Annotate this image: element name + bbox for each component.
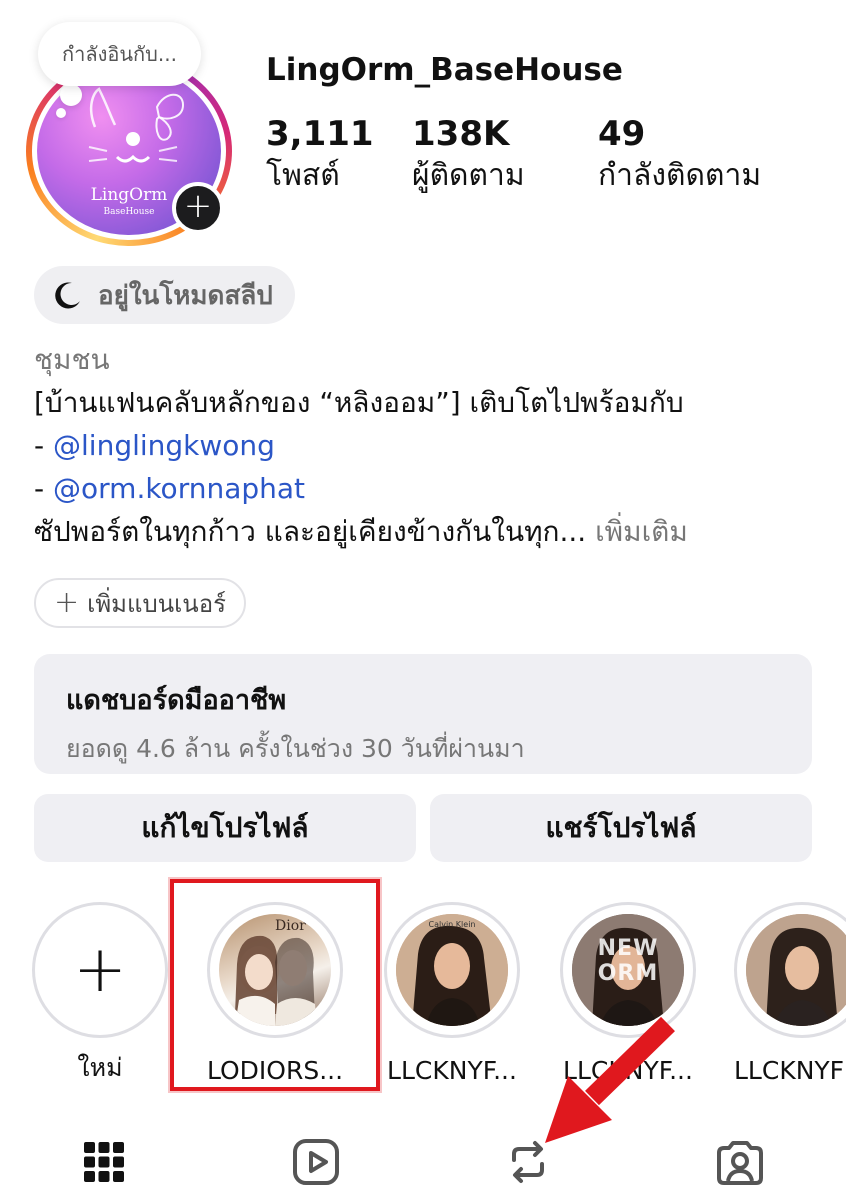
add-banner-label: เพิ่มแบนเนอร์ [87,589,227,618]
highlight-item[interactable]: NEW ORM LLCKNYF... [558,902,698,1085]
mention-link-orm[interactable]: @orm.kornnaphat [53,472,305,505]
edit-profile-button[interactable]: แก้ไขโปรไฟล์ [34,794,416,862]
highlight-cover: Calvin Klein [396,914,508,1026]
reposts-icon [512,1141,544,1183]
bio-more-link[interactable]: เพิ่มเติม [595,515,688,548]
bio-category: ชุมชน [34,343,110,376]
highlight-cover-text: NEW ORM [597,936,659,986]
tab-tagged[interactable] [712,1134,768,1190]
highlight-item[interactable]: Calvin Klein LLCKNYF... [382,902,522,1085]
stat-followers-label: ผู้ติดตาม [412,158,525,193]
stat-following-value: 49 [598,114,646,154]
bio-dash: - [34,472,54,505]
highlight-cover-text: Calvin Klein [428,920,476,929]
stat-posts[interactable]: 3,111 โพสต์ [266,112,374,196]
tagged-icon [717,1141,763,1185]
stat-followers-value: 138K [412,114,510,154]
add-story-button[interactable]: + [172,182,224,234]
new-highlight-circle[interactable]: + [32,902,168,1038]
stat-posts-value: 3,111 [266,114,374,154]
highlight-new[interactable]: + ใหม่ [30,902,170,1088]
grid-icon [84,1142,124,1182]
stat-followers[interactable]: 138K ผู้ติดตาม [412,112,525,196]
plus-icon: + [54,585,80,620]
stat-following-label: กำลังติดตาม [598,158,762,193]
highlight-label: LLCKNYF... [387,1056,517,1085]
stat-following[interactable]: 49 กำลังติดตาม [598,112,761,196]
tab-reposts[interactable] [500,1134,556,1190]
dashboard-subtitle: ยอดดู 4.6 ล้าน ครั้งในช่วง 30 วันที่ผ่าน… [66,734,525,763]
highlight-cover [746,914,846,1026]
highlight-cover: NEW ORM [572,914,684,1026]
highlight-cover: Dior [219,914,331,1026]
note-text: กำลังอินกับ... [62,42,177,66]
tab-reels[interactable] [288,1134,344,1190]
bio: ชุมชน [บ้านแฟนคลับหลักของ “หลิงออม”] เติ… [34,338,834,553]
bio-dash: - [34,429,54,462]
highlight-label: LLCKNYF... [563,1056,693,1085]
share-profile-button[interactable]: แชร์โปรไฟล์ [430,794,812,862]
reels-icon [293,1139,339,1185]
highlight-label: ใหม่ [77,1053,123,1082]
username: LingOrm_BaseHouse [266,52,623,88]
note-bubble[interactable]: กำลังอินกับ... [38,22,201,86]
highlight-item[interactable]: Dior LODIORS... [205,902,345,1085]
dashboard-title: แดชบอร์ดมืออาชีพ [66,685,287,716]
mention-link-linglingkwong[interactable]: @linglingkwong [53,429,275,462]
add-banner-button[interactable]: + เพิ่มแบนเนอร์ [34,578,247,628]
professional-dashboard[interactable]: แดชบอร์ดมืออาชีพ ยอดดู 4.6 ล้าน ครั้งในช… [34,654,812,774]
moon-icon [55,282,80,309]
highlight-item[interactable]: LLCKNYF [734,902,846,1085]
stat-posts-label: โพสต์ [266,158,340,193]
highlight-label: LODIORS... [206,1056,344,1085]
highlight-cover-text: Dior [275,918,306,934]
sleep-mode-label: อยู่ในโหมดสลีป [98,280,273,311]
sleep-mode-chip[interactable]: อยู่ในโหมดสลีป [34,266,295,324]
highlight-label: LLCKNYF [734,1056,845,1085]
bio-line: ซัปพอร์ตในทุกก้าว และอยู่เคียงข้างกันในท… [34,515,587,548]
bio-line: [บ้านแฟนคลับหลักของ “หลิงออม”] เติบโตไปพ… [34,386,684,419]
tab-posts-grid[interactable] [76,1134,132,1190]
profile-tab-bar [0,1120,846,1200]
plus-icon: + [73,933,127,1007]
